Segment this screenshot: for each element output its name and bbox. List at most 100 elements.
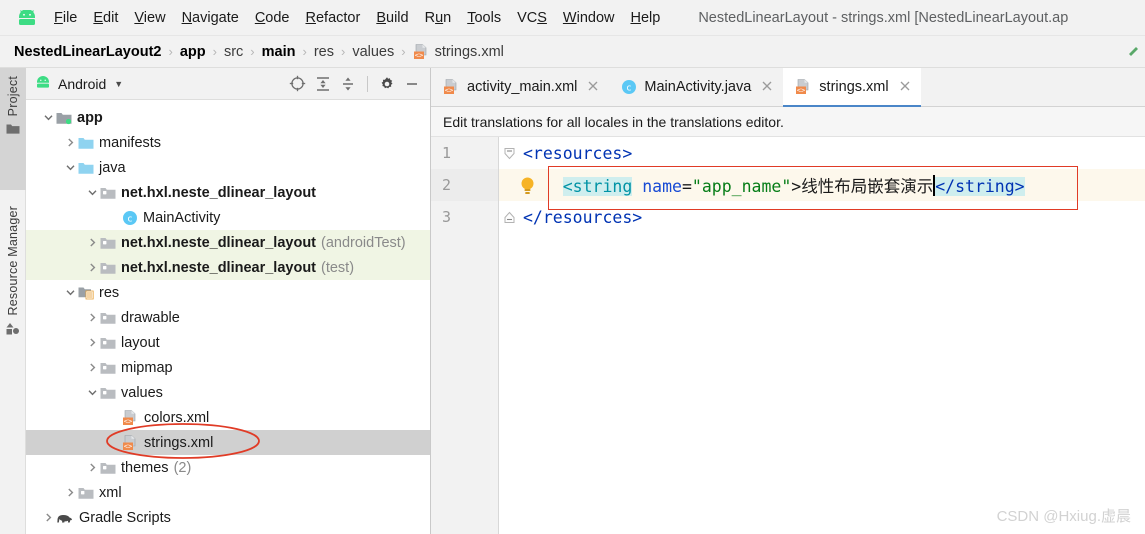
editor-tab-strings-xml[interactable]: <> strings.xml <box>783 68 921 107</box>
menu-item-build[interactable]: Build <box>368 8 416 28</box>
editor-tab-label: MainActivity.java <box>644 79 752 95</box>
tree-node-mipmap[interactable]: mipmap <box>26 355 430 380</box>
collapse-all-icon[interactable] <box>340 76 356 92</box>
tool-tab-resource-manager[interactable]: Resource Manager <box>0 198 26 388</box>
chevron-right-icon[interactable] <box>84 335 100 351</box>
menu-item-edit[interactable]: Edit <box>85 8 126 28</box>
code-line-2[interactable]: 2 <string name="app_name">线性布局嵌套演示 </stri… <box>431 169 1145 201</box>
chevron-down-icon[interactable]: ▼ <box>114 79 123 89</box>
code-token: = <box>681 177 692 196</box>
menu-item-run[interactable]: Run <box>417 8 460 28</box>
editor-tab-activity-main-xml[interactable]: <> activity_main.xml <box>431 68 609 106</box>
chevron-right-icon[interactable] <box>84 310 100 326</box>
editor-tab-mainactivity-java[interactable]: c MainActivity.java <box>609 68 783 106</box>
android-head-icon <box>34 75 52 93</box>
close-icon[interactable] <box>761 79 773 96</box>
tree-node-label: net.hxl.neste_dlinear_layout <box>121 234 317 251</box>
intention-bulb-icon[interactable] <box>519 176 536 200</box>
tree-node-label: mipmap <box>121 359 173 376</box>
tree-node-suffix: (test) <box>321 259 355 276</box>
tree-node-res[interactable]: res <box>26 280 430 305</box>
close-icon[interactable] <box>899 79 911 96</box>
chevron-right-icon[interactable] <box>84 235 100 251</box>
line-number: 2 <box>431 169 499 201</box>
menu-item-navigate[interactable]: Navigate <box>174 8 247 28</box>
breadcrumb-item-values[interactable]: values <box>352 44 394 60</box>
menu-item-view[interactable]: View <box>126 8 173 28</box>
chevron-right-icon[interactable] <box>84 360 100 376</box>
tree-node-mainactivity[interactable]: c MainActivity <box>26 205 430 230</box>
package-icon <box>100 336 116 350</box>
breadcrumb-item-main[interactable]: main <box>262 44 296 60</box>
tree-node-strings-xml[interactable]: <> strings.xml <box>26 430 430 455</box>
tree-node-values[interactable]: values <box>26 380 430 405</box>
java-class-icon: c <box>122 210 138 226</box>
chevron-right-icon[interactable] <box>84 260 100 276</box>
tree-node-label: themes <box>121 459 169 476</box>
breadcrumb-item-src[interactable]: src <box>224 44 243 60</box>
breadcrumb-separator: › <box>212 44 217 59</box>
menu-item-help[interactable]: Help <box>622 8 668 28</box>
code-line-3[interactable]: 3 </resources> <box>431 201 1145 233</box>
chevron-down-icon[interactable] <box>40 110 56 126</box>
tree-node-manifests[interactable]: manifests <box>26 130 430 155</box>
package-icon <box>100 236 116 250</box>
package-icon <box>100 386 116 400</box>
tree-node-net-hxl-neste-dlinear-layout[interactable]: net.hxl.neste_dlinear_layout (test) <box>26 255 430 280</box>
tree-node-gradle-scripts[interactable]: Gradle Scripts <box>26 505 430 530</box>
tree-node-colors-xml[interactable]: <> colors.xml <box>26 405 430 430</box>
hide-panel-icon[interactable] <box>404 76 420 92</box>
menu-item-code[interactable]: Code <box>247 8 298 28</box>
gradle-elephant-icon <box>56 511 74 525</box>
chevron-right-icon[interactable] <box>62 485 78 501</box>
menu-item-file[interactable]: File <box>46 8 85 28</box>
xml-file-icon: <> <box>122 409 139 426</box>
watermark: CSDN @Hxiug.虚晨 <box>996 508 1131 525</box>
chevron-right-icon[interactable] <box>40 510 56 526</box>
chevron-right-icon[interactable] <box>62 135 78 151</box>
code-editor[interactable]: 1 <resources> 2 <string name="app_name">线性… <box>431 137 1145 534</box>
breadcrumb-item-nestedlinearlayout2[interactable]: NestedLinearLayout2 <box>14 44 161 60</box>
expand-all-icon[interactable] <box>315 76 331 92</box>
chevron-down-icon[interactable] <box>84 185 100 201</box>
tree-node-app[interactable]: app <box>26 105 430 130</box>
android-logo-icon <box>14 8 40 28</box>
code-token: </string> <box>935 177 1025 196</box>
tree-node-layout[interactable]: layout <box>26 330 430 355</box>
menu-item-vcs[interactable]: VCS <box>509 8 555 28</box>
breadcrumb[interactable]: NestedLinearLayout2 › app › src › main › res › val… <box>0 36 1145 68</box>
chevron-down-icon[interactable] <box>62 285 78 301</box>
menu-item-window[interactable]: Window <box>555 8 623 28</box>
tree-node-drawable[interactable]: drawable <box>26 305 430 330</box>
tree-node-label: layout <box>121 334 160 351</box>
window-title: NestedLinearLayout - strings.xml [Nested… <box>698 9 1069 26</box>
collapse-down-icon[interactable] <box>499 147 519 160</box>
project-panel-toolbar <box>289 75 424 92</box>
code-line-1[interactable]: 1 <resources> <box>431 137 1145 169</box>
xml-file-icon: <> <box>795 79 812 95</box>
chevron-down-icon[interactable] <box>84 385 100 401</box>
menu-item-refactor[interactable]: Refactor <box>298 8 369 28</box>
close-icon[interactable] <box>587 79 599 96</box>
collapse-up-icon[interactable] <box>499 211 519 224</box>
breadcrumb-item-app[interactable]: app <box>180 44 206 60</box>
tree-node-themes[interactable]: themes (2) <box>26 455 430 480</box>
package-icon <box>100 311 116 325</box>
project-tree[interactable]: app manifests java net.hxl.neste_dlinear_la… <box>26 100 430 530</box>
tree-node-net-hxl-neste-dlinear-layout[interactable]: net.hxl.neste_dlinear_layout (androidTest… <box>26 230 430 255</box>
select-opened-file-icon[interactable] <box>289 75 306 92</box>
breadcrumb-item-strings-xml[interactable]: <> strings.xml <box>413 44 504 60</box>
tree-node-xml[interactable]: xml <box>26 480 430 505</box>
left-tool-window-bar: Project Resource Manager <box>0 68 26 534</box>
chevron-down-icon[interactable] <box>62 160 78 176</box>
settings-gear-icon[interactable] <box>379 76 395 92</box>
tree-node-java[interactable]: java <box>26 155 430 180</box>
tool-tab-project[interactable]: Project <box>0 68 26 190</box>
tree-node-net-hxl-neste-dlinear-layout[interactable]: net.hxl.neste_dlinear_layout <box>26 180 430 205</box>
breadcrumb-item-res[interactable]: res <box>314 44 334 60</box>
menu-item-tools[interactable]: Tools <box>459 8 509 28</box>
svg-text:<>: <> <box>124 442 132 450</box>
editor-tab-bar: <> activity_main.xml c MainActivity.java <> s… <box>431 68 1145 107</box>
chevron-right-icon[interactable] <box>84 460 100 476</box>
